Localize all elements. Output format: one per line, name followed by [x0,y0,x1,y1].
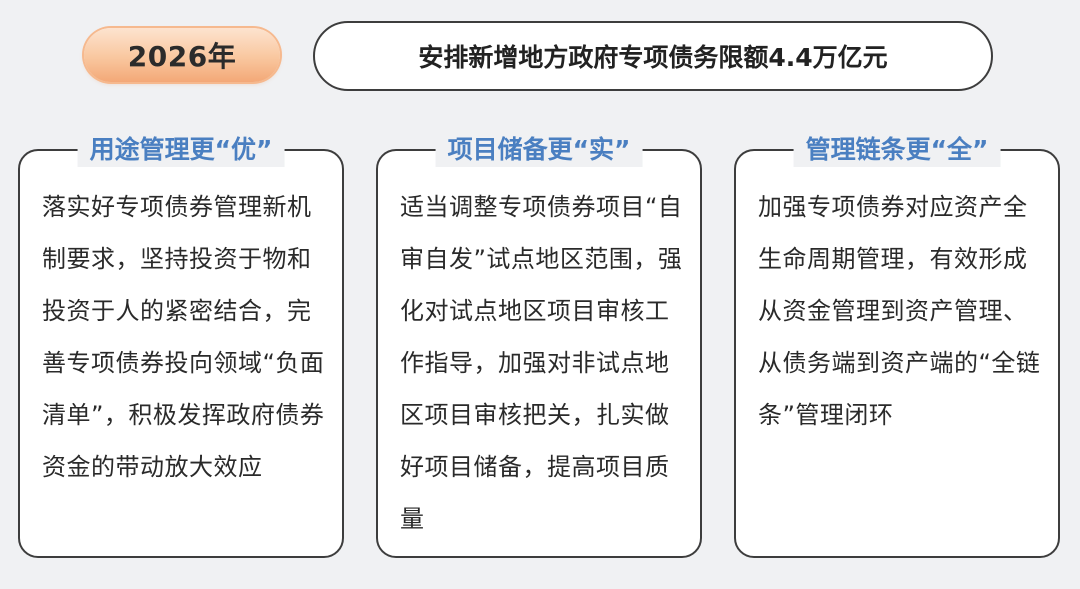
card-title: 管理链条更“全” [793,133,1001,167]
card-body: 落实好专项债券管理新机制要求，坚持投资于物和投资于人的紧密结合，完善专项债券投向… [42,193,325,481]
card-usage-management: 用途管理更“优” 落实好专项债券管理新机制要求，坚持投资于物和投资于人的紧密结合… [18,133,344,558]
headline-text: 安排新增地方政府专项债务限额4.4万亿元 [418,43,888,72]
year-label: 2026年 [127,40,237,73]
headline-banner: 安排新增地方政府专项债务限额4.4万亿元 [313,21,993,91]
card-title: 项目储备更“实” [435,133,643,167]
card-management-chain: 管理链条更“全” 加强专项债券对应资产全生命周期管理，有效形成从资金管理到资产管… [734,133,1060,558]
year-badge: 2026年 [84,28,280,82]
card-project-reserve: 项目储备更“实” 适当调整专项债券项目“自审自发”试点地区范围，强化对试点地区项… [376,133,702,558]
card-title: 用途管理更“优” [77,133,285,167]
card-body: 适当调整专项债券项目“自审自发”试点地区范围，强化对试点地区项目审核工作指导，加… [400,193,683,533]
infographic: 2026年 安排新增地方政府专项债务限额4.4万亿元 用途管理更“优” 落实好专… [0,0,1080,589]
card-body: 加强专项债券对应资产全生命周期管理，有效形成从资金管理到资产管理、从债务端到资产… [758,193,1041,429]
